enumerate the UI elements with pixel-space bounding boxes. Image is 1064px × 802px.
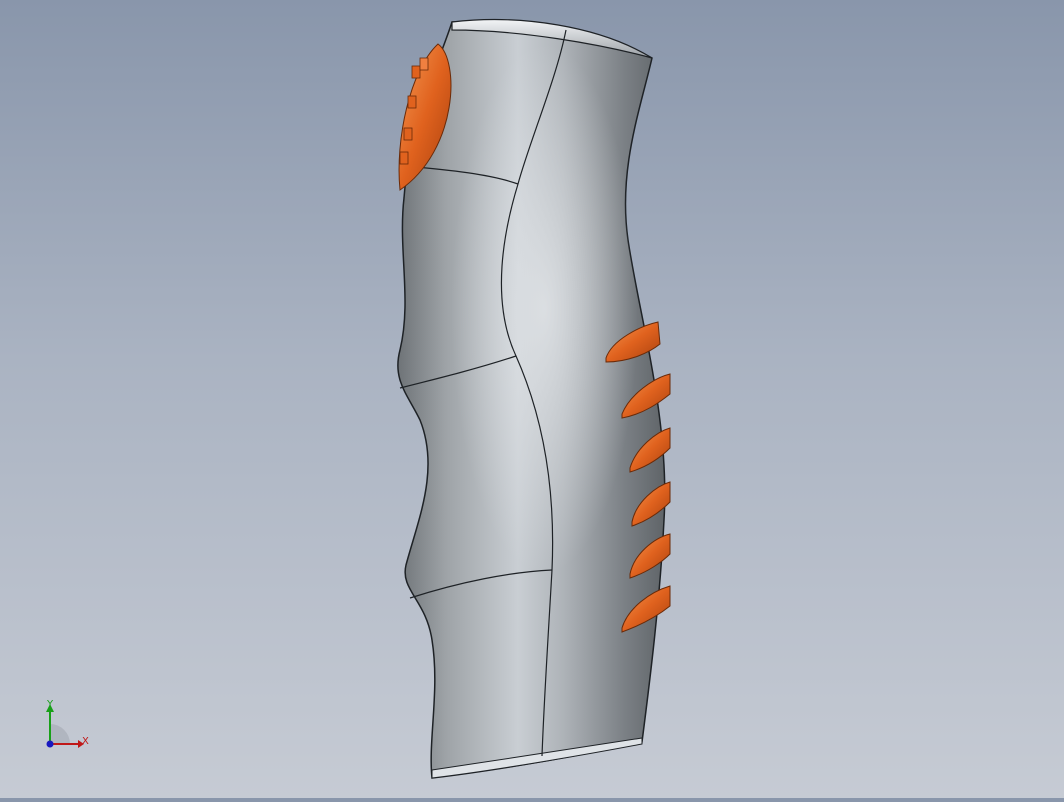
model-canvas[interactable]	[0, 0, 1064, 798]
x-axis-label: X	[82, 736, 89, 747]
z-axis-dot	[46, 740, 54, 748]
coordinate-triad: X Y	[40, 698, 100, 758]
y-axis-label: Y	[47, 699, 54, 710]
3d-viewport[interactable]: X Y	[0, 0, 1064, 798]
triad-sector	[50, 724, 70, 744]
